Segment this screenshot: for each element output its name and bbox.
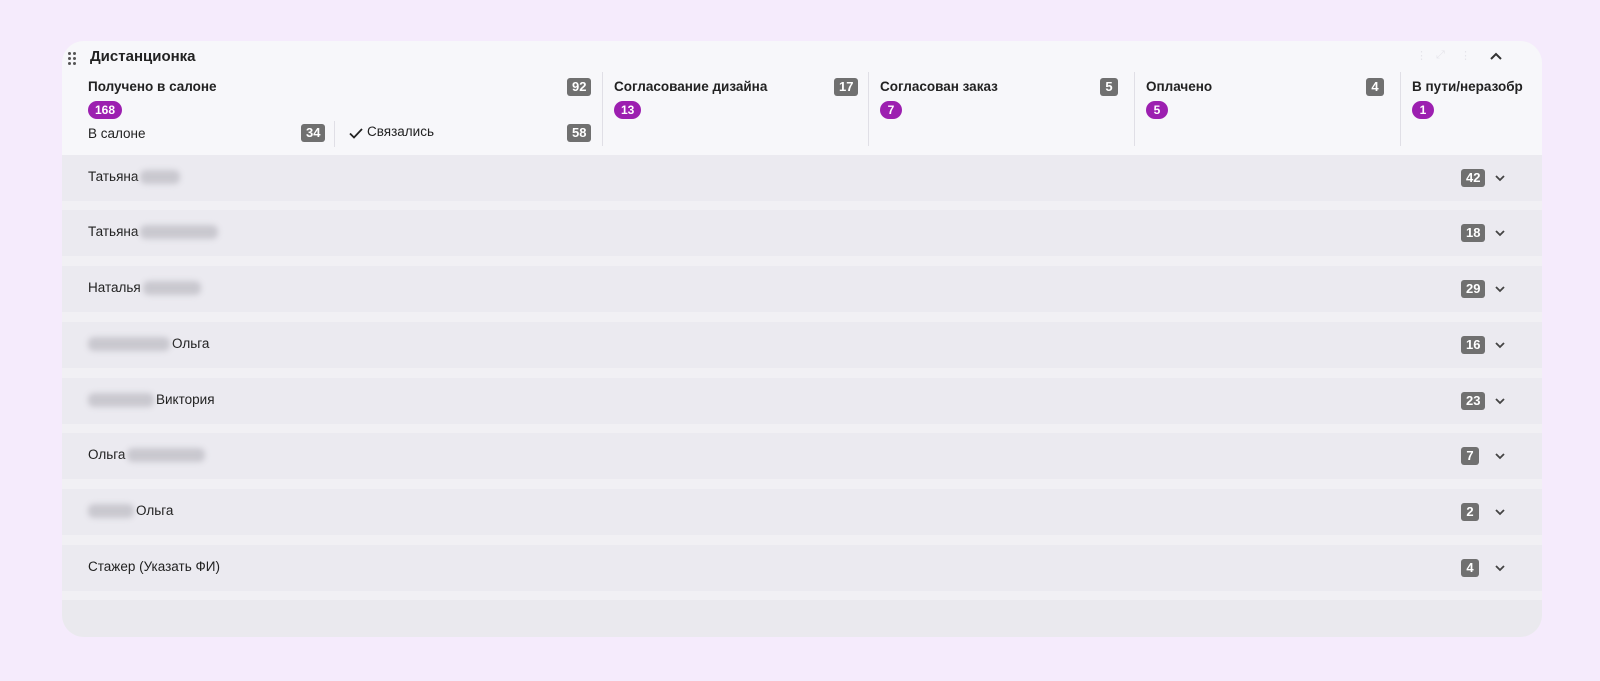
- stage-title: Согласование дизайна: [614, 79, 768, 94]
- chevron-down-icon[interactable]: [1493, 394, 1507, 408]
- stage-count: 92: [567, 78, 592, 96]
- chevron-down-icon[interactable]: [1493, 338, 1507, 352]
- faded-fullscreen-icon: ⤢: [1436, 49, 1445, 61]
- substage-count: 34: [301, 124, 326, 142]
- manager-name: Татьяна: [88, 224, 219, 240]
- manager-name: Виктория: [88, 392, 215, 408]
- stage-title: Оплачено: [1146, 79, 1213, 94]
- stage-count: 5: [1100, 78, 1118, 96]
- manager-row[interactable]: Стажер (Указать ФИ) 4: [62, 545, 1542, 591]
- redacted-surname: [88, 504, 134, 519]
- check-icon: [349, 128, 363, 139]
- chevron-down-icon[interactable]: [1493, 282, 1507, 296]
- row-count: 42: [1461, 169, 1486, 187]
- widget-title: Дистанционка: [90, 48, 196, 65]
- stage-badge: 5: [1146, 101, 1168, 119]
- stage-badge: 7: [880, 101, 902, 119]
- faded-settings-icon: ⋮: [1416, 50, 1427, 62]
- row-count: 29: [1461, 280, 1486, 298]
- chevron-down-icon[interactable]: [1493, 226, 1507, 240]
- manager-row[interactable]: Татьяна 42: [62, 155, 1542, 201]
- stage-title: В пути/неразобр: [1412, 79, 1523, 94]
- stage-column[interactable]: Согласование дизайна 17 13: [602, 72, 868, 146]
- substage-count: 58: [567, 124, 592, 142]
- manager-name: Ольга: [88, 447, 206, 463]
- row-count: 18: [1461, 224, 1486, 242]
- manager-row[interactable]: Ольга 16: [62, 322, 1542, 368]
- drag-handle-icon[interactable]: [66, 52, 78, 66]
- stage-badge: 1: [1412, 101, 1434, 119]
- widget-footer: [62, 600, 1542, 637]
- stage-title: Получено в салоне: [88, 79, 217, 94]
- manager-name: Наталья: [88, 280, 201, 296]
- redacted-surname: [88, 337, 170, 352]
- manager-name: Стажер (Указать ФИ): [88, 559, 220, 574]
- manager-name: Ольга: [88, 336, 209, 352]
- substage-label[interactable]: Связались: [367, 124, 434, 139]
- redacted-surname: [140, 225, 219, 240]
- manager-row[interactable]: Виктория 23: [62, 378, 1542, 424]
- chevron-down-icon[interactable]: [1493, 505, 1507, 519]
- stage-count: 17: [834, 78, 859, 96]
- chevron-up-icon[interactable]: [1488, 49, 1504, 65]
- substage-divider: [334, 121, 335, 147]
- row-count: 23: [1461, 392, 1486, 410]
- manager-name: Ольга: [88, 503, 173, 519]
- redacted-surname: [88, 393, 154, 408]
- manager-row[interactable]: Ольга 7: [62, 433, 1542, 479]
- stage-title: Согласован заказ: [880, 79, 998, 94]
- manager-row[interactable]: Татьяна 18: [62, 210, 1542, 256]
- redacted-surname: [127, 448, 206, 463]
- manager-row[interactable]: Наталья 29: [62, 266, 1542, 312]
- manager-name: Татьяна: [88, 169, 181, 185]
- stage-column[interactable]: Согласован заказ 5 7: [868, 72, 1134, 146]
- stage-count: 4: [1366, 78, 1384, 96]
- row-count: 7: [1461, 447, 1479, 465]
- redacted-surname: [140, 170, 181, 185]
- stages-header: Дистанционка ⋮ ⤢ ⋮ Получено в салоне 92 …: [62, 41, 1542, 156]
- stage-badge: 13: [614, 101, 642, 119]
- stage-badge: 168: [88, 101, 123, 119]
- chevron-down-icon[interactable]: [1493, 561, 1507, 575]
- chevron-down-icon[interactable]: [1493, 449, 1507, 463]
- chevron-down-icon[interactable]: [1493, 171, 1507, 185]
- faded-more-icon: ⋮: [1460, 50, 1471, 62]
- row-count: 2: [1461, 503, 1479, 521]
- row-count: 4: [1461, 559, 1479, 577]
- stage-column[interactable]: Оплачено 4 5: [1134, 72, 1400, 146]
- row-count: 16: [1461, 336, 1486, 354]
- redacted-surname: [142, 281, 201, 296]
- widget-card: Дистанционка ⋮ ⤢ ⋮ Получено в салоне 92 …: [62, 41, 1542, 637]
- substage-label[interactable]: В салоне: [88, 126, 146, 141]
- manager-row[interactable]: Ольга 2: [62, 489, 1542, 535]
- stage-column[interactable]: В пути/неразобр 1: [1400, 72, 1542, 146]
- stage-column[interactable]: Получено в салоне 92 168 В салоне 34 Свя…: [62, 72, 602, 147]
